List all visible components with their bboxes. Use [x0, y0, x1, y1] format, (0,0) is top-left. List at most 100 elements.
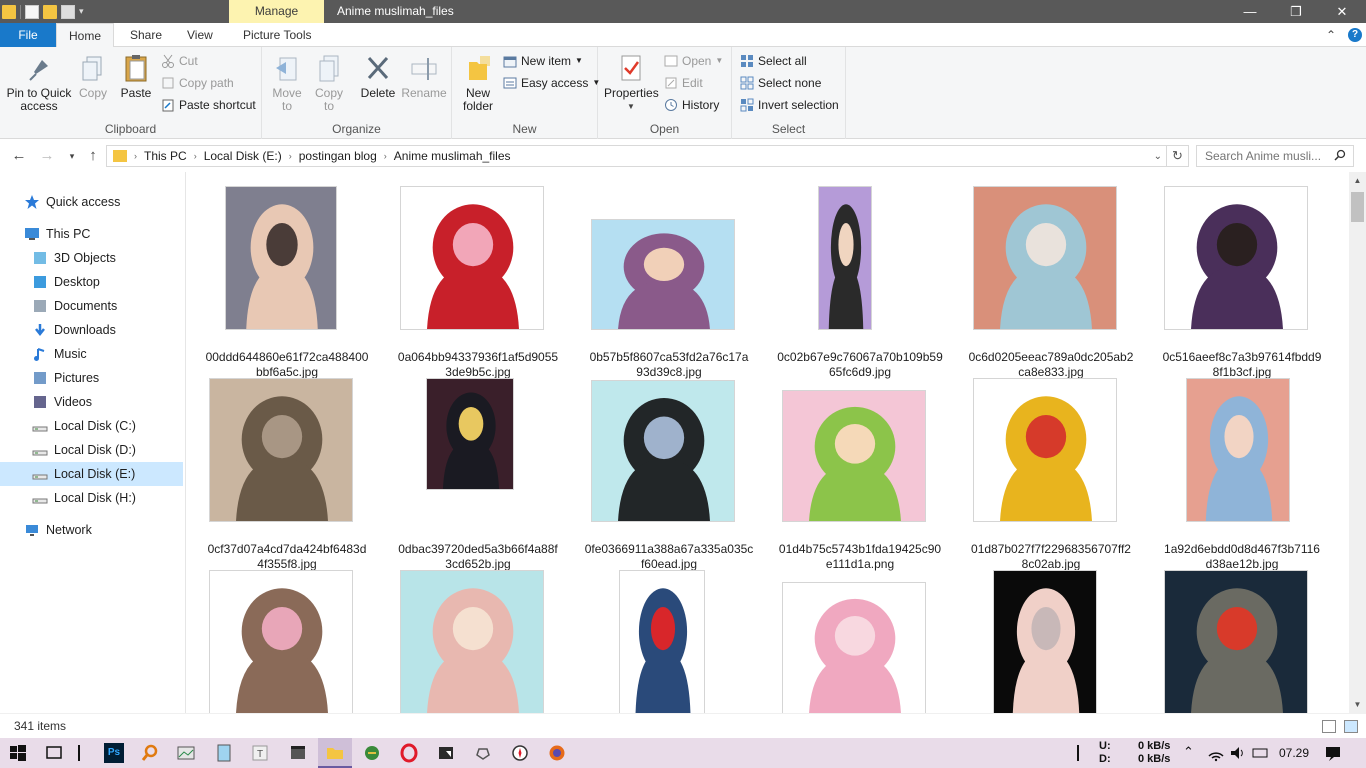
- nav-item-local-disk-e[interactable]: Local Disk (E:): [0, 462, 183, 486]
- nav-item-local-disk-d[interactable]: Local Disk (D:): [0, 438, 183, 462]
- pin-to-quick-access-button[interactable]: Pin to Quick access: [4, 52, 74, 113]
- nav-item-quick-access[interactable]: Quick access: [0, 190, 183, 214]
- file-item[interactable]: [197, 568, 377, 713]
- tab-home[interactable]: Home: [56, 23, 114, 48]
- nav-item-documents[interactable]: Documents: [0, 294, 183, 318]
- select-none-button[interactable]: Select none: [740, 73, 821, 93]
- copy-button[interactable]: Copy: [76, 52, 110, 100]
- volume-icon[interactable]: [1228, 743, 1248, 763]
- easy-access-button[interactable]: Easy access ▼: [503, 73, 600, 93]
- wifi-icon[interactable]: [1206, 743, 1226, 763]
- image-thumbnail[interactable]: [1186, 378, 1290, 522]
- image-thumbnail[interactable]: [591, 219, 735, 330]
- tab-share[interactable]: Share: [118, 23, 174, 47]
- terminal-icon[interactable]: [436, 743, 456, 763]
- file-item[interactable]: 0b57b5f8607ca53fd2a76c17a 93d39c8.jpg: [579, 184, 759, 379]
- xampp-icon[interactable]: [362, 743, 382, 763]
- search-icon[interactable]: [1334, 149, 1346, 161]
- notepad-icon[interactable]: [214, 743, 234, 763]
- scrollbar-thumb[interactable]: [1351, 192, 1364, 222]
- recent-locations-chevron-icon[interactable]: ▾: [63, 146, 81, 166]
- image-thumbnail[interactable]: [973, 378, 1117, 522]
- refresh-icon[interactable]: ↻: [1167, 145, 1189, 167]
- paste-shortcut-button[interactable]: Paste shortcut: [161, 95, 256, 115]
- delete-button[interactable]: Delete: [358, 52, 398, 100]
- image-thumbnail[interactable]: [225, 186, 337, 330]
- tab-file[interactable]: File: [0, 23, 56, 47]
- document-icon[interactable]: [61, 4, 75, 19]
- image-thumbnail[interactable]: [209, 378, 353, 522]
- file-item[interactable]: 1a92d6ebdd0d8d467f3b7116 d38ae12b.jpg: [1152, 376, 1332, 571]
- tab-manage[interactable]: Manage: [229, 0, 324, 23]
- photos-icon[interactable]: [176, 743, 196, 763]
- properties-check-icon[interactable]: [25, 4, 39, 19]
- clock[interactable]: 07.29: [1279, 746, 1309, 760]
- new-folder-button[interactable]: New folder: [460, 52, 496, 113]
- chevron-down-icon[interactable]: ▾: [79, 6, 84, 17]
- file-item[interactable]: [579, 568, 759, 713]
- file-item[interactable]: 0c02b67e9c76067a70b109b59 65fc6d9.jpg: [770, 184, 950, 379]
- breadcrumb-current-folder[interactable]: Anime muslimah_files: [390, 149, 515, 163]
- nav-item-desktop[interactable]: Desktop: [0, 270, 183, 294]
- nav-item-network[interactable]: Network: [0, 518, 183, 542]
- chevron-right-icon[interactable]: ›: [381, 151, 390, 161]
- close-button[interactable]: ✕: [1319, 0, 1365, 23]
- file-item[interactable]: [1152, 568, 1332, 713]
- new-item-button[interactable]: New item ▼: [503, 51, 583, 71]
- image-thumbnail[interactable]: [973, 186, 1117, 330]
- nav-item-pictures[interactable]: Pictures: [0, 366, 183, 390]
- up-arrow-icon[interactable]: ↑: [84, 146, 102, 166]
- file-item[interactable]: 0cf37d07a4cd7da424bf6483d 4f355f8.jpg: [197, 376, 377, 571]
- collapse-ribbon-icon[interactable]: ⌃: [1326, 23, 1336, 47]
- file-item[interactable]: [961, 568, 1141, 713]
- forward-arrow-icon[interactable]: →: [38, 146, 56, 166]
- address-bar[interactable]: › This PC › Local Disk (E:) › postingan …: [106, 145, 1167, 167]
- image-thumbnail[interactable]: [400, 186, 544, 330]
- file-explorer-icon[interactable]: [325, 743, 345, 763]
- image-thumbnail[interactable]: [400, 570, 544, 713]
- file-item[interactable]: 0fe0366911a388a67a335a035c f60ead.jpg: [579, 376, 759, 571]
- chevron-down-icon[interactable]: ⌄: [1154, 151, 1162, 162]
- nav-item-local-disk-h[interactable]: Local Disk (H:): [0, 486, 183, 510]
- move-to-button[interactable]: Move to: [268, 52, 306, 113]
- nav-item-videos[interactable]: Videos: [0, 390, 183, 414]
- image-thumbnail[interactable]: [993, 570, 1097, 713]
- breadcrumb-this-pc[interactable]: This PC: [140, 149, 191, 163]
- image-thumbnail[interactable]: [619, 570, 705, 713]
- file-item[interactable]: [770, 568, 950, 713]
- copy-to-button[interactable]: Copy to: [310, 52, 348, 113]
- file-item[interactable]: 0dbac39720ded5a3b66f4a88f 3cd652b.jpg: [388, 376, 568, 571]
- movie-maker-icon[interactable]: [288, 743, 308, 763]
- chevron-right-icon[interactable]: ›: [191, 151, 200, 161]
- image-thumbnail[interactable]: [818, 186, 872, 330]
- firefox-icon[interactable]: [547, 743, 567, 763]
- properties-button[interactable]: Properties ▼: [604, 52, 659, 113]
- text-editor-icon[interactable]: T: [250, 743, 270, 763]
- image-thumbnail[interactable]: [209, 570, 353, 713]
- cut-button[interactable]: Cut: [161, 51, 198, 71]
- edit-button[interactable]: Edit: [664, 73, 703, 93]
- rename-button[interactable]: Rename: [401, 52, 447, 100]
- file-item[interactable]: 0c6d0205eeac789a0dc205ab2 ca8e833.jpg: [961, 184, 1141, 379]
- open-button[interactable]: Open ▼: [664, 51, 723, 71]
- invert-selection-button[interactable]: Invert selection: [740, 95, 839, 115]
- new-folder-icon[interactable]: [43, 4, 57, 19]
- maximize-button[interactable]: ❐: [1273, 0, 1319, 23]
- tab-view[interactable]: View: [175, 23, 225, 47]
- windows-start-icon[interactable]: [8, 743, 28, 763]
- file-item[interactable]: 01d4b75c5743b1fda19425c90 e111d1a.png: [770, 376, 950, 571]
- image-thumbnail[interactable]: [1164, 570, 1308, 713]
- breadcrumb-local-disk-e[interactable]: Local Disk (E:): [200, 149, 286, 163]
- show-hidden-icons-chevron-icon[interactable]: ⌃: [1183, 744, 1194, 760]
- file-item[interactable]: 0c516aeef8c7a3b97614fbdd9 8f1b3cf.jpg: [1152, 184, 1332, 379]
- file-item[interactable]: 00ddd644860e61f72ca488400 bbf6a5c.jpg: [197, 184, 377, 379]
- file-item[interactable]: 01d87b027f7f22968356707ff2 8c02ab.jpg: [961, 376, 1141, 571]
- opera-icon[interactable]: [399, 743, 419, 763]
- breadcrumb-postingan-blog[interactable]: postingan blog: [295, 149, 381, 163]
- search-magnifier-icon[interactable]: [140, 743, 160, 763]
- image-thumbnail[interactable]: [782, 582, 926, 713]
- nav-item-downloads[interactable]: Downloads: [0, 318, 183, 342]
- image-thumbnail[interactable]: [426, 378, 514, 490]
- select-all-button[interactable]: Select all: [740, 51, 807, 71]
- history-button[interactable]: History: [664, 95, 719, 115]
